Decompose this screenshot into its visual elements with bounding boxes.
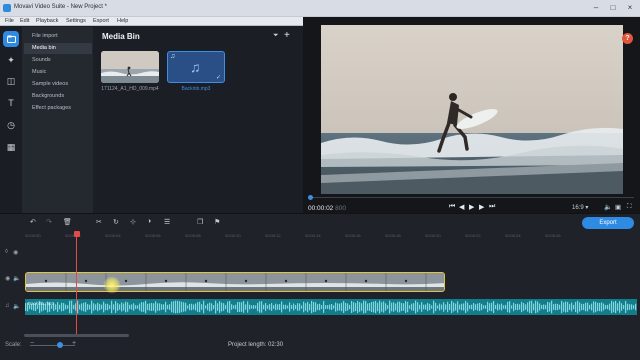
ruler-tick: 00:00:20 <box>425 233 441 238</box>
ruler-tick: 00:00:00 <box>25 233 41 238</box>
category-backgrounds[interactable]: Backgrounds <box>24 91 92 102</box>
clip-properties-icon[interactable]: ☰ <box>164 218 170 226</box>
category-music[interactable]: Music <box>24 67 92 78</box>
playhead-line[interactable] <box>76 233 77 337</box>
ruler-tick: 00:00:12 <box>265 233 281 238</box>
ruler-tick: 00:00:24 <box>505 233 521 238</box>
media-thumbnail-audio[interactable]: ♫ ♫ ✓ <box>167 51 225 83</box>
music-note-icon: ♫ <box>170 53 176 60</box>
insert-icon[interactable]: ❐ <box>197 218 203 226</box>
media-thumbnail-video[interactable] <box>101 51 159 83</box>
preview-timecode: 00:00:02 800 <box>308 205 346 212</box>
fullscreen-icon[interactable]: ⛶ <box>627 203 632 211</box>
ruler-tick: 00:00:14 <box>305 233 321 238</box>
help-button[interactable]: ? <box>622 33 633 44</box>
menu-settings[interactable]: Settings <box>66 18 86 24</box>
project-length: Project length: 02:30 <box>228 342 284 348</box>
ruler-tick: 00:00:16 <box>345 233 361 238</box>
go-to-start-icon[interactable]: ⏮ <box>449 203 455 211</box>
category-sounds[interactable]: Sounds <box>24 55 92 66</box>
ruler-tick: 00:00:10 <box>225 233 241 238</box>
volume-icon[interactable]: 🔈 <box>604 203 612 211</box>
audio-waveform <box>25 300 637 314</box>
ruler-tick: 00:00:08 <box>185 233 201 238</box>
titles-tool-icon[interactable]: T <box>3 95 19 111</box>
timecode-value: 00:00:02 <box>308 205 334 212</box>
window-title: Movavi Video Suite - New Project * <box>14 4 107 10</box>
track-mute-icon[interactable]: 🔈 <box>13 275 20 282</box>
menu-help[interactable]: Help <box>117 18 128 24</box>
app-logo-icon <box>3 4 11 12</box>
playhead-handle[interactable] <box>74 231 80 237</box>
scale-label: Scale: <box>5 342 22 348</box>
category-sample-videos[interactable]: Sample videos <box>24 79 92 90</box>
play-icon[interactable]: ▶ <box>469 203 474 211</box>
cut-icon[interactable]: ✂ <box>96 218 102 226</box>
category-media-bin[interactable]: Media bin <box>24 43 92 54</box>
media-item-name: Backinb.mp3 <box>181 86 211 92</box>
menu-edit[interactable]: Edit <box>20 18 29 24</box>
mouse-cursor-highlight <box>103 276 121 294</box>
title-track[interactable] <box>24 247 636 261</box>
media-bin-title: Media Bin <box>102 32 140 41</box>
aspect-ratio-select[interactable]: 16:9 ▾ <box>572 204 588 211</box>
menu-export[interactable]: Export <box>93 18 109 24</box>
undo-icon[interactable]: ↶ <box>30 218 36 226</box>
audio-clip[interactable] <box>25 299 637 315</box>
track-volume-icon[interactable]: 🔈 <box>13 303 20 310</box>
previous-frame-icon[interactable]: ◀ <box>459 203 464 211</box>
category-effect-packages[interactable]: Effect packages <box>24 103 92 114</box>
import-tool-icon[interactable] <box>3 31 19 47</box>
video-player[interactable] <box>321 25 623 194</box>
filter-icon[interactable]: ⏷ <box>273 32 279 40</box>
ruler-tick: 00:00:22 <box>465 233 481 238</box>
menu-file[interactable]: File <box>5 18 14 24</box>
audio-file-icon: ♫ <box>190 59 201 75</box>
redo-icon[interactable]: ↷ <box>46 218 52 226</box>
ruler-tick: 00:00:18 <box>385 233 401 238</box>
more-tools-icon[interactable]: ▦ <box>3 139 19 155</box>
category-file-import[interactable]: File import <box>24 31 92 42</box>
video-clip[interactable] <box>25 272 445 292</box>
minimize-icon[interactable]: – <box>590 3 602 13</box>
marker-icon[interactable]: ⚑ <box>214 218 220 226</box>
menu-playback[interactable]: Playback <box>36 18 58 24</box>
add-media-icon[interactable]: + <box>284 30 290 41</box>
snapshot-icon[interactable]: ▣ <box>615 203 621 211</box>
timecode-ms: 800 <box>335 205 346 212</box>
scale-slider-handle[interactable] <box>57 342 63 348</box>
magic-wand-tool-icon[interactable]: ✦ <box>3 52 19 68</box>
transitions-tool-icon[interactable]: ◫ <box>3 73 19 89</box>
ruler-tick: 00:00:26 <box>545 233 561 238</box>
preview-scrubber[interactable] <box>308 197 634 198</box>
next-frame-icon[interactable]: ▶ <box>479 203 484 211</box>
color-adjust-icon[interactable]: ◑ <box>147 218 151 225</box>
ruler-tick: 00:00:04 <box>105 233 121 238</box>
music-track-icon: ♫ <box>5 303 10 309</box>
close-icon[interactable]: × <box>624 3 636 13</box>
rotate-icon[interactable]: ↻ <box>113 218 119 226</box>
media-item-name: 171124_A1_HD_009.mp4 <box>101 86 159 92</box>
audio-clip-label: Backinb.mp3 <box>28 301 55 306</box>
timeline-scrollbar[interactable] <box>24 334 129 337</box>
maximize-icon[interactable]: □ <box>607 3 619 13</box>
go-to-end-icon[interactable]: ⏭ <box>489 203 495 211</box>
title-track-icon: ◊ <box>5 249 8 255</box>
video-track-icon: ◉ <box>5 276 11 282</box>
aspect-ratio-value: 16:9 <box>572 205 584 211</box>
track-visibility-icon[interactable]: ◉ <box>13 249 18 256</box>
zoom-in-icon[interactable]: + <box>72 340 76 347</box>
ruler-tick: 00:00:06 <box>145 233 161 238</box>
export-button[interactable]: Export <box>582 217 634 229</box>
preview-scrubber-handle[interactable] <box>308 195 313 200</box>
delete-icon[interactable]: 🗑 <box>63 218 72 226</box>
scale-slider[interactable] <box>30 345 75 346</box>
checkmark-icon: ✓ <box>216 75 222 81</box>
crop-icon[interactable]: ⊹ <box>130 218 136 226</box>
stickers-tool-icon[interactable]: ◷ <box>3 117 19 133</box>
